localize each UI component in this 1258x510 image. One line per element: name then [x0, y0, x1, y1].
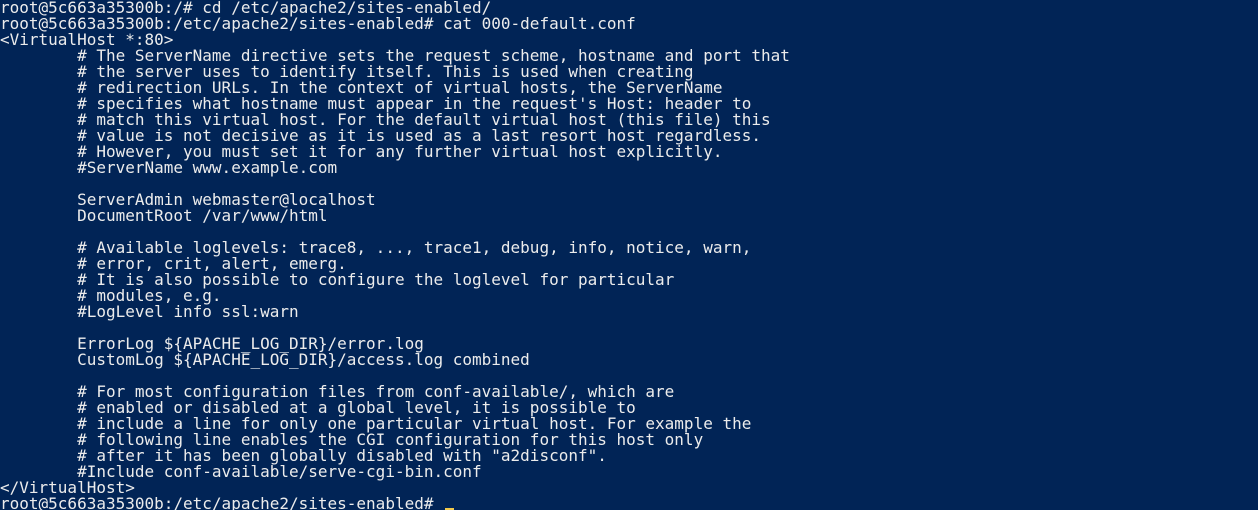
terminal-prompt-line[interactable]: root@5c663a35300b:/etc/apache2/sites-ena…: [0, 496, 1258, 510]
terminal-window[interactable]: root@5c663a35300b:/# cd /etc/apache2/sit…: [0, 0, 1258, 510]
terminal-line: #ServerName www.example.com: [0, 158, 338, 177]
terminal-output: root@5c663a35300b:/# cd /etc/apache2/sit…: [0, 0, 1258, 496]
terminal-line: CustomLog ${APACHE_LOG_DIR}/access.log c…: [0, 350, 530, 369]
terminal-line: root@5c663a35300b:/etc/apache2/sites-ena…: [0, 14, 636, 33]
terminal-prompt: root@5c663a35300b:/etc/apache2/sites-ena…: [0, 494, 444, 510]
terminal-line: #Include conf-available/serve-cgi-bin.co…: [0, 462, 482, 481]
terminal-line: #LogLevel info ssl:warn: [0, 302, 299, 321]
terminal-line: DocumentRoot /var/www/html: [0, 206, 328, 225]
